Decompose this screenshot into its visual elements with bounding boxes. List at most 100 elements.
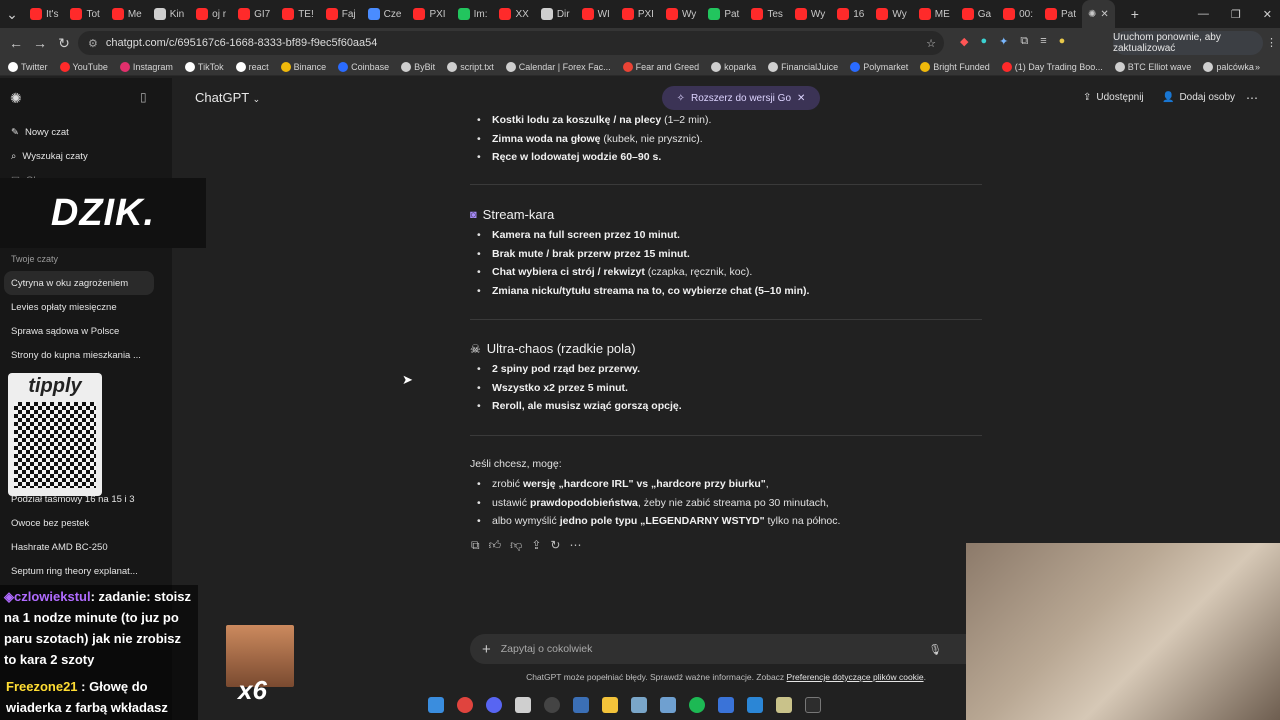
share-icon[interactable]: ⇪ <box>531 538 541 553</box>
browser-tab[interactable]: Pat <box>702 0 745 28</box>
bookmark-star-icon[interactable]: ☆ <box>926 37 936 50</box>
close-window-icon[interactable]: ✕ <box>1263 8 1272 21</box>
microphone-icon[interactable]: 🎙︎ <box>929 643 942 656</box>
upgrade-banner[interactable]: ✧ Rozszerz do wersji Go ✕ <box>662 86 820 110</box>
tab-search-icon[interactable]: ⌄ <box>0 6 24 23</box>
back-icon[interactable]: ← <box>4 35 28 51</box>
sidebar-chat-item[interactable]: Sprawa sądowa w Polsce <box>0 319 172 343</box>
forward-icon[interactable]: → <box>28 35 52 51</box>
browser-tab[interactable]: Me <box>106 0 148 28</box>
app-icon[interactable] <box>776 697 792 713</box>
profile-avatar[interactable]: ● <box>1059 35 1066 48</box>
bookmark-item[interactable]: Coinbase <box>338 61 389 72</box>
browser-tab[interactable]: GI7 <box>232 0 276 28</box>
bookmark-item[interactable]: TikTok <box>184 61 224 72</box>
more-options-icon[interactable]: ⋯ <box>1246 91 1258 105</box>
bookmark-item[interactable]: (1) Day Trading Boo... <box>1001 61 1103 72</box>
bookmark-item[interactable]: Bright Funded <box>920 61 990 72</box>
browser-tab[interactable]: TE! <box>276 0 320 28</box>
sidebar-chat-item[interactable]: Cytryna w oku zagrożeniem <box>4 271 154 295</box>
copy-icon[interactable]: ⧉ <box>471 538 480 553</box>
maximize-icon[interactable]: ❐ <box>1231 8 1241 21</box>
browser-tab[interactable]: Cze <box>362 0 408 28</box>
browser-tab[interactable]: Faj <box>320 0 362 28</box>
bookmark-item[interactable]: Binance <box>280 61 326 72</box>
app-icon[interactable] <box>631 697 647 713</box>
minimize-icon[interactable]: — <box>1198 8 1209 21</box>
add-people-button[interactable]: 👤 Dodaj osoby <box>1162 92 1235 103</box>
browser-tab[interactable]: Wy <box>789 0 831 28</box>
app-icon[interactable] <box>515 697 531 713</box>
browser-tab[interactable]: PXI <box>616 0 660 28</box>
bookmark-item[interactable]: BTC Elliot wave <box>1114 61 1191 72</box>
bookmark-item[interactable]: script.txt <box>447 61 494 72</box>
reload-icon[interactable]: ↻ <box>52 35 76 52</box>
browser-tab[interactable]: Dir <box>535 0 576 28</box>
browser-tab[interactable]: Kin <box>148 0 190 28</box>
share-button[interactable]: ⇪ Udostępnij <box>1083 92 1144 103</box>
browser-tab[interactable]: Im: <box>452 0 494 28</box>
browser-tab[interactable]: ME <box>913 0 956 28</box>
thumbs-down-icon[interactable]: 👎︎ <box>510 538 522 553</box>
message-composer[interactable]: + Zapytaj o cokolwiek 🎙︎ <box>470 634 982 664</box>
search-chats-button[interactable]: ⌕ Wyszukaj czaty <box>0 144 172 168</box>
browser-tab[interactable]: 00: <box>997 0 1039 28</box>
address-bar[interactable]: ⚙ chatgpt.com/c/695167c6-1668-8333-bf89-… <box>78 31 944 55</box>
steam-icon[interactable] <box>573 697 589 713</box>
new-chat-button[interactable]: ✎ Nowy czat <box>0 120 172 144</box>
terminal-icon[interactable] <box>805 697 821 713</box>
sidebar-chat-item[interactable]: Hashrate AMD BC-250 <box>0 535 172 559</box>
more-icon[interactable]: ⋯ <box>569 538 581 553</box>
update-restart-button[interactable]: Uruchom ponownie, aby zaktualizować <box>1113 31 1263 55</box>
discord-icon[interactable] <box>486 697 502 713</box>
browser-tab[interactable]: Tot <box>64 0 105 28</box>
browser-tab[interactable]: 16 <box>831 0 870 28</box>
app-icon[interactable] <box>660 697 676 713</box>
extension-icon[interactable]: ◆ <box>960 35 968 48</box>
bookmark-item[interactable]: ByBit <box>401 61 435 72</box>
plus-icon[interactable]: + <box>482 641 491 658</box>
browser-tab[interactable]: Wy <box>660 0 702 28</box>
close-icon[interactable]: ✕ <box>797 93 805 104</box>
extensions-puzzle-icon[interactable]: ⧉ <box>1020 35 1028 48</box>
obs-icon[interactable] <box>544 697 560 713</box>
windows-start-icon[interactable] <box>428 697 444 713</box>
bookmark-item[interactable]: koparka <box>711 61 756 72</box>
file-explorer-icon[interactable] <box>602 697 618 713</box>
sidebar-chat-item[interactable]: Strony do kupna mieszkania ... <box>0 343 172 367</box>
browser-tab-active[interactable]: ✺ ✕ <box>1082 0 1115 28</box>
site-info-icon[interactable]: ⚙ <box>88 37 98 50</box>
openai-logo-icon[interactable]: ✺ <box>10 90 22 107</box>
bookmark-item[interactable]: Fear and Greed <box>622 61 699 72</box>
browser-tab[interactable]: Tes <box>745 0 789 28</box>
chrome-icon[interactable] <box>457 697 473 713</box>
browser-tab[interactable]: Wy <box>870 0 912 28</box>
browser-tab[interactable]: Pat <box>1039 0 1082 28</box>
browser-tab[interactable]: XX <box>493 0 534 28</box>
tab-list-icon[interactable]: ≡ <box>1040 35 1046 48</box>
bookmark-item[interactable]: react <box>235 61 269 72</box>
bookmark-item[interactable]: Instagram <box>119 61 173 72</box>
bookmark-item[interactable]: palcówka <box>1203 61 1254 72</box>
app-icon[interactable] <box>718 697 734 713</box>
model-selector[interactable]: ChatGPT ⌄ <box>195 90 260 105</box>
browser-tab[interactable]: WI <box>576 0 616 28</box>
bookmark-item[interactable]: Calendar | Forex Fac... <box>505 61 611 72</box>
sidebar-chat-item[interactable]: Septum ring theory explanat... <box>0 559 172 583</box>
browser-menu-icon[interactable]: ⋮ <box>1266 36 1277 49</box>
bookmark-item[interactable]: Twitter <box>8 61 48 72</box>
bookmark-item[interactable]: YouTube <box>59 61 108 72</box>
extension-icon[interactable]: ● <box>980 35 987 48</box>
cookie-preferences-link[interactable]: Preferencje dotyczące plików cookie <box>787 672 924 682</box>
thumbs-up-icon[interactable]: 👍︎ <box>489 538 502 553</box>
new-tab-button[interactable]: + <box>1123 6 1147 22</box>
app-icon[interactable] <box>747 697 763 713</box>
bookmark-item[interactable]: Polymarket <box>850 61 908 72</box>
toggle-sidebar-icon[interactable]: ▯ <box>140 90 147 104</box>
browser-tab[interactable]: It's <box>24 0 64 28</box>
browser-tab[interactable]: PXI <box>407 0 451 28</box>
spotify-icon[interactable] <box>689 697 705 713</box>
extension-icon[interactable]: ✦ <box>999 35 1008 48</box>
browser-tab[interactable]: oj r <box>190 0 232 28</box>
close-tab-icon[interactable]: ✕ <box>1100 9 1108 20</box>
